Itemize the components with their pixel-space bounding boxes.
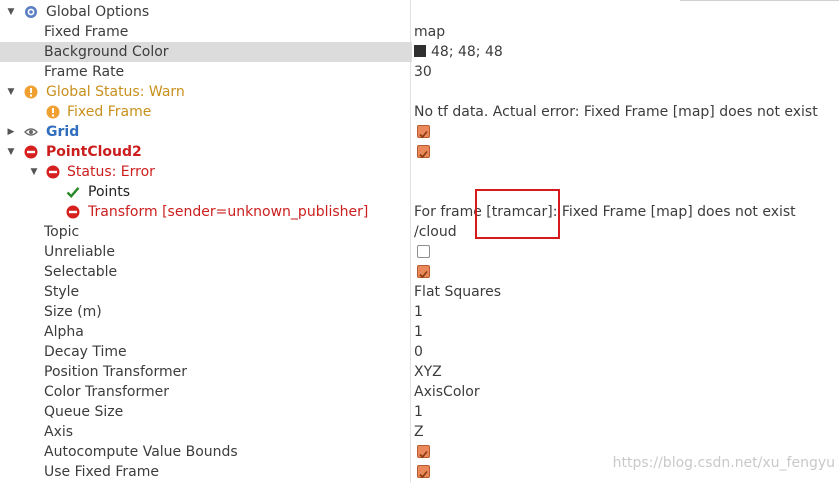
status-message: No tf data. Actual error: Fixed Frame [m…	[414, 104, 818, 120]
style-value[interactable]: Flat Squares	[412, 282, 839, 302]
row-label: Unreliable	[44, 244, 115, 260]
row-label: Status: Error	[67, 164, 155, 180]
tree-row-unreliable[interactable]: Unreliable	[0, 242, 839, 262]
tree-row-fixed-frame[interactable]: Fixed Frame map	[0, 22, 839, 42]
row-label: Autocompute Value Bounds	[44, 444, 238, 460]
row-label: Selectable	[44, 264, 118, 280]
row-label: Queue Size	[44, 404, 124, 420]
row-label: Fixed Frame	[67, 104, 152, 120]
panel-top-border	[680, 0, 839, 1]
tree-row-topic[interactable]: Topic /cloud	[0, 222, 839, 242]
row-label: Alpha	[44, 324, 84, 340]
unreliable-cell[interactable]	[412, 242, 839, 262]
tree-row-style[interactable]: Style Flat Squares	[0, 282, 839, 302]
eye-icon	[24, 128, 38, 136]
tree-row-grid[interactable]: ▶ Grid	[0, 122, 839, 142]
row-label: Global Options	[46, 4, 150, 20]
autocompute-checkbox[interactable]	[417, 445, 430, 459]
decay-time-value[interactable]: 0	[412, 342, 839, 362]
row-label: Style	[44, 284, 80, 300]
tree-row-axis[interactable]: Axis Z	[0, 422, 839, 442]
checkmark-icon	[66, 187, 80, 198]
expand-arrow-icon[interactable]: ▼	[5, 82, 17, 102]
row-label: Decay Time	[44, 344, 127, 360]
expand-arrow-icon[interactable]: ▼	[5, 142, 17, 162]
tree-row-pointcloud2[interactable]: ▼ PointCloud2	[0, 142, 839, 162]
pointcloud2-enabled-checkbox[interactable]	[417, 145, 430, 159]
warning-icon	[24, 85, 38, 99]
row-label: Fixed Frame	[44, 24, 129, 40]
position-transformer-value[interactable]: XYZ	[412, 362, 839, 382]
selectable-cell[interactable]	[412, 262, 839, 282]
gear-icon	[25, 6, 37, 18]
tree-row-background-color[interactable]: Background Color 48; 48; 48	[0, 42, 839, 62]
tree-row-status-fixed-frame[interactable]: Fixed Frame No tf data. Actual error: Fi…	[0, 102, 839, 122]
tree-row-color-transformer[interactable]: Color Transformer AxisColor	[0, 382, 839, 402]
color-swatch	[414, 45, 426, 57]
warning-icon	[46, 105, 60, 119]
unreliable-checkbox[interactable]	[417, 245, 430, 258]
row-label: Use Fixed Frame	[44, 464, 159, 480]
tree-row-frame-rate[interactable]: Frame Rate 30	[0, 62, 839, 82]
fixed-frame-value[interactable]: map	[412, 22, 839, 42]
background-color-value[interactable]: 48; 48; 48	[412, 42, 839, 62]
tree-row-size[interactable]: Size (m) 1	[0, 302, 839, 322]
color-transformer-value[interactable]: AxisColor	[412, 382, 839, 402]
row-label: PointCloud2	[46, 144, 142, 160]
row-label: Grid	[46, 124, 80, 140]
row-label: Frame Rate	[44, 64, 125, 80]
color-text: 48; 48; 48	[431, 44, 503, 60]
row-label: Transform [sender=unknown_publisher]	[88, 204, 369, 220]
grid-enabled-cell[interactable]	[412, 122, 839, 142]
tree-row-decay-time[interactable]: Decay Time 0	[0, 342, 839, 362]
tree-row-global-options[interactable]: ▼ Global Options	[0, 2, 839, 22]
error-icon	[66, 205, 80, 219]
tree-row-points[interactable]: Points	[0, 182, 839, 202]
tree-row-queue-size[interactable]: Queue Size 1	[0, 402, 839, 422]
pointcloud2-enabled-cell[interactable]	[412, 142, 839, 162]
watermark: https://blog.csdn.net/xu_fengyu	[612, 455, 835, 471]
error-icon	[24, 145, 38, 159]
row-label: Size (m)	[44, 304, 102, 320]
tree-row-selectable[interactable]: Selectable	[0, 262, 839, 282]
tree-row-alpha[interactable]: Alpha 1	[0, 322, 839, 342]
tree-row-transform[interactable]: Transform [sender=unknown_publisher] For…	[0, 202, 839, 222]
frame-rate-value[interactable]: 30	[412, 62, 839, 82]
tree-row-position-transformer[interactable]: Position Transformer XYZ	[0, 362, 839, 382]
expand-arrow-icon[interactable]: ▼	[5, 2, 17, 22]
grid-enabled-checkbox[interactable]	[417, 125, 430, 139]
error-icon	[46, 165, 60, 179]
size-value[interactable]: 1	[412, 302, 839, 322]
queue-size-value[interactable]: 1	[412, 402, 839, 422]
alpha-value[interactable]: 1	[412, 322, 839, 342]
row-label: Background Color	[44, 44, 169, 60]
expand-arrow-icon[interactable]: ▶	[5, 122, 17, 142]
axis-value[interactable]: Z	[412, 422, 839, 442]
row-label: Points	[88, 184, 131, 200]
annotation-highlight-box	[475, 189, 560, 239]
row-label: Topic	[44, 224, 80, 240]
tree-row-global-status[interactable]: ▼ Global Status: Warn	[0, 82, 839, 102]
row-label: Color Transformer	[44, 384, 170, 400]
row-label: Axis	[44, 424, 74, 440]
use-fixed-frame-checkbox[interactable]	[417, 465, 430, 479]
row-label: Global Status: Warn	[46, 84, 185, 100]
row-label: Position Transformer	[44, 364, 187, 380]
expand-arrow-icon[interactable]: ▼	[28, 162, 40, 182]
selectable-checkbox[interactable]	[417, 265, 430, 279]
tree-row-status-error[interactable]: ▼ Status: Error	[0, 162, 839, 182]
